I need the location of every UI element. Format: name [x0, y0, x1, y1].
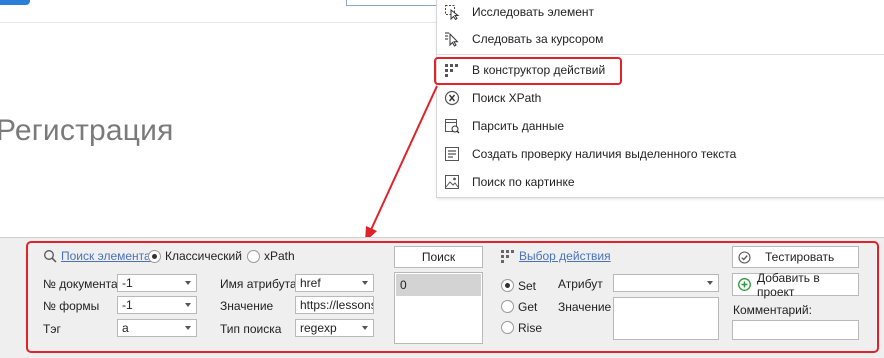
form-number-label: № формы — [43, 299, 100, 313]
chevron-down-icon — [185, 303, 191, 307]
attribute-select[interactable] — [613, 274, 719, 292]
action-value-label: Значение — [558, 300, 612, 314]
tag-value: a — [122, 321, 129, 335]
mode-classic-label: Классический — [165, 249, 242, 263]
search-element-link[interactable]: Поиск элемента — [61, 249, 151, 263]
mode-xpath-radio[interactable] — [247, 250, 260, 263]
attr-name-label: Имя атрибута — [220, 277, 297, 291]
search-icon — [43, 249, 57, 266]
search-type-value: regexp — [300, 321, 337, 335]
attr-name-value: href — [300, 276, 321, 290]
action-set-label: Set — [518, 279, 537, 293]
search-type-label: Тип поиска — [220, 322, 282, 336]
action-rise-radio[interactable] — [501, 321, 514, 334]
action-set-radio[interactable] — [501, 279, 514, 292]
form-number-value: -1 — [122, 298, 133, 312]
chevron-down-icon — [185, 281, 191, 285]
action-select-link[interactable]: Выбор действия — [519, 249, 611, 263]
attribute-label: Атрибут — [558, 277, 603, 291]
value-label: Значение — [220, 299, 274, 313]
tag-select[interactable]: a — [117, 319, 197, 337]
doc-number-select[interactable]: -1 — [117, 274, 197, 292]
mode-classic-radio[interactable] — [148, 250, 161, 263]
chevron-down-icon — [185, 326, 191, 330]
check-circle-icon — [738, 250, 751, 264]
list-item[interactable]: 0 — [396, 274, 481, 296]
comment-label: Комментарий: — [733, 303, 812, 317]
chevron-down-icon — [362, 326, 368, 330]
value-input[interactable]: https://lessons — [295, 296, 374, 314]
add-to-project-button[interactable]: Добавить в проект — [732, 270, 859, 299]
action-value-input[interactable] — [613, 297, 719, 340]
test-button[interactable]: Тестировать — [732, 246, 859, 268]
search-type-select[interactable]: regexp — [295, 319, 374, 337]
chevron-down-icon — [362, 281, 368, 285]
comment-input[interactable] — [732, 320, 859, 340]
search-button[interactable]: Поиск — [394, 246, 483, 268]
action-get-radio[interactable] — [501, 300, 514, 313]
doc-number-value: -1 — [122, 276, 133, 290]
tag-label: Тэг — [43, 322, 61, 336]
action-get-label: Get — [518, 300, 538, 314]
mode-xpath-label: xPath — [264, 249, 295, 263]
action-builder-icon — [501, 249, 515, 266]
form-number-select[interactable]: -1 — [117, 296, 197, 314]
attr-name-select[interactable]: href — [295, 274, 374, 292]
test-button-label: Тестировать — [765, 250, 835, 264]
search-results-list[interactable]: 0 — [394, 272, 483, 344]
doc-number-label: № документа — [43, 277, 118, 291]
chevron-down-icon — [707, 281, 713, 285]
add-icon — [738, 278, 751, 291]
add-to-project-label: Добавить в проект — [757, 270, 820, 299]
action-rise-label: Rise — [518, 321, 543, 335]
